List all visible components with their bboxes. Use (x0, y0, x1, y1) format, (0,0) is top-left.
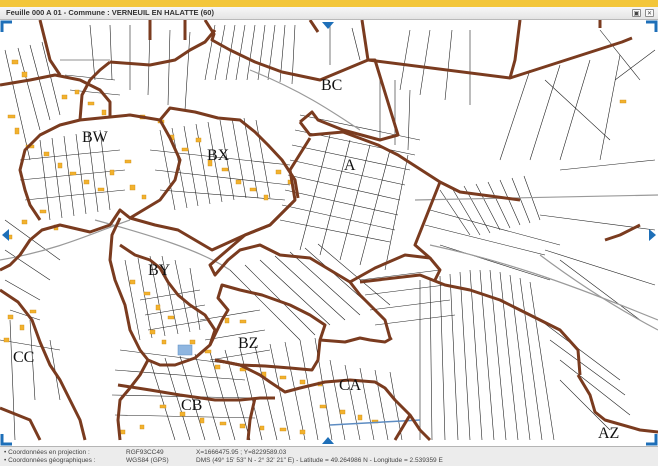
geographic-system: WGS84 (GPS) (126, 457, 169, 464)
section-label-cb: CB (181, 397, 202, 414)
projection-label: • Coordonnées en projection : (4, 449, 90, 456)
section-label-bw: BW (82, 129, 109, 146)
pan-east-icon[interactable] (649, 229, 656, 241)
section-label-ca: CA (339, 377, 362, 394)
section-label-cc: CC (13, 349, 34, 366)
section-label-bc: BC (321, 77, 342, 94)
section-label-bx: BX (207, 147, 230, 164)
close-icon[interactable]: ✕ (645, 9, 654, 17)
map-canvas[interactable]: BC BW BX A BY CC BZ CA CB AZ (0, 20, 658, 446)
projection-system: RGF93CC49 (126, 449, 164, 456)
window-title: Feuille 000 A 01 - Commune : VERNEUIL EN… (6, 8, 214, 17)
section-label-bz: BZ (238, 335, 258, 352)
projection-coordinates: X=1666475.95 ; Y=8229589.03 (196, 449, 287, 456)
coordinates-statusbar: • Coordonnées en projection : RGF93CC49 … (0, 446, 658, 466)
pan-south-icon[interactable] (322, 437, 334, 444)
section-label-a: A (344, 157, 356, 174)
section-label-by: BY (148, 262, 171, 279)
corner-marker-bottom-left (0, 434, 12, 446)
section-labels: BC BW BX A BY CC BZ CA CB AZ (13, 77, 619, 442)
corner-marker-top-left (0, 20, 12, 32)
corner-marker-top-right (646, 20, 658, 32)
corner-marker-bottom-right (646, 434, 658, 446)
geographic-label: • Coordonnées géographiques : (4, 457, 96, 464)
water-pond (177, 344, 193, 356)
geographic-coordinates: DMS (49° 15' 53" N - 2° 32' 21" E) - Lat… (196, 457, 443, 464)
cadastral-map[interactable]: BC BW BX A BY CC BZ CA CB AZ (0, 20, 658, 446)
pan-west-icon[interactable] (2, 229, 9, 241)
section-label-az: AZ (598, 425, 619, 442)
pan-north-icon[interactable] (322, 22, 334, 29)
window-titlebar: Feuille 000 A 01 - Commune : VERNEUIL EN… (0, 7, 658, 20)
restore-icon[interactable]: ▣ (632, 9, 641, 17)
